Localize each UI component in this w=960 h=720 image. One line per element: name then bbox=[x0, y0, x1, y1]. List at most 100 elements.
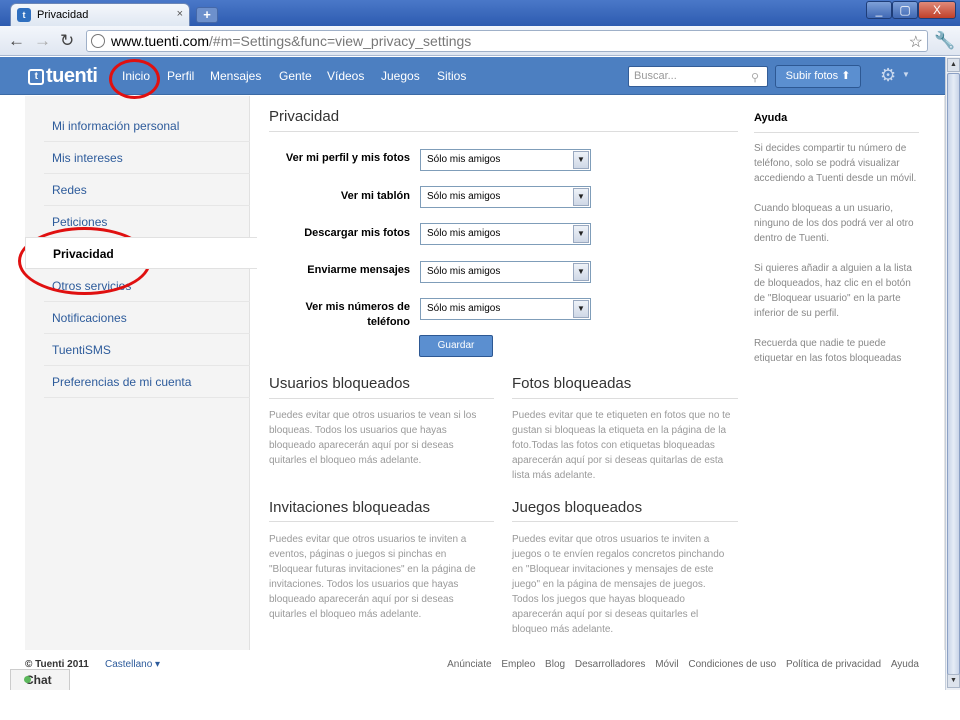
online-status-icon bbox=[24, 676, 31, 683]
dropdown-arrow-icon[interactable]: ▼ bbox=[573, 263, 589, 281]
footer-link-mobile[interactable]: Móvil bbox=[655, 659, 678, 670]
wrench-icon[interactable]: 🔧 bbox=[934, 31, 955, 51]
setting-select-phone-numbers[interactable]: Sólo mis amigos ▼ bbox=[420, 298, 591, 320]
text-line: lista más adelante. bbox=[512, 470, 596, 481]
vertical-scrollbar[interactable]: ▲ ▼ bbox=[945, 57, 960, 690]
setting-select-messages[interactable]: Sólo mis amigos ▼ bbox=[420, 261, 591, 283]
chat-button[interactable]: Chat bbox=[10, 669, 70, 690]
help-paragraph: Si decides compartir tu número de teléfo… bbox=[754, 141, 924, 186]
help-paragraph: Recuerda que nadie te puede etiquetar en… bbox=[754, 336, 924, 366]
text-line: Puedes evitar que otros usuarios te vean… bbox=[269, 410, 477, 421]
text-line: aparecerán aquí por si deseas quitarles … bbox=[512, 609, 699, 620]
address-bar[interactable]: www.tuenti.com /#m=Settings&func=view_pr… bbox=[86, 30, 928, 52]
dropdown-arrow-icon[interactable]: ▼ bbox=[573, 225, 589, 243]
close-window-button[interactable]: X bbox=[918, 1, 956, 19]
text-line: bloqueado aparecerán aquí por si deseas bbox=[269, 440, 454, 451]
footer-link-developers[interactable]: Desarrolladores bbox=[575, 659, 646, 670]
tab-close-icon[interactable]: × bbox=[177, 8, 183, 20]
upload-arrow-icon: ⬆ bbox=[841, 70, 851, 82]
section-text-blocked-photos: Puedes evitar que te etiqueten en fotos … bbox=[512, 408, 744, 483]
text-line: Todos los juegos que hayas bloqueado bbox=[512, 594, 685, 605]
url-host: www.tuenti.com bbox=[111, 33, 210, 49]
forward-arrow-icon[interactable]: → bbox=[34, 31, 51, 51]
tuenti-logo[interactable]: t tuenti bbox=[28, 65, 98, 88]
nav-videos[interactable]: Vídeos bbox=[327, 69, 364, 83]
title-divider bbox=[269, 131, 738, 132]
reload-icon[interactable]: ↻ bbox=[60, 31, 74, 51]
text-line: bloqueo más adelante. bbox=[512, 624, 614, 635]
section-title-blocked-photos: Fotos bloqueadas bbox=[512, 375, 632, 392]
sidebar-item-interests[interactable]: Mis intereses bbox=[44, 142, 250, 174]
bookmark-star-icon[interactable]: ☆ bbox=[909, 32, 923, 52]
save-button[interactable]: Guardar bbox=[419, 335, 493, 357]
annotation-circle bbox=[109, 59, 160, 99]
setting-select-download-photos[interactable]: Sólo mis amigos ▼ bbox=[420, 223, 591, 245]
sidebar-item-account-preferences[interactable]: Preferencias de mi cuenta bbox=[44, 366, 250, 398]
select-value: Sólo mis amigos bbox=[427, 228, 501, 239]
nav-mensajes[interactable]: Mensajes bbox=[210, 69, 261, 83]
tuenti-logo-icon: t bbox=[28, 68, 44, 85]
sidebar-item-personal-info[interactable]: Mi información personal bbox=[44, 110, 250, 142]
nav-gente[interactable]: Gente bbox=[279, 69, 312, 83]
section-divider bbox=[512, 521, 738, 522]
browser-toolbar: ← → ↻ www.tuenti.com /#m=Settings&func=v… bbox=[0, 26, 960, 56]
upload-label: Subir fotos bbox=[785, 70, 839, 82]
select-value: Sólo mis amigos bbox=[427, 303, 501, 314]
sidebar-item-tuentisms[interactable]: TuentiSMS bbox=[44, 334, 250, 366]
footer-link-terms[interactable]: Condiciones de uso bbox=[688, 659, 776, 670]
section-divider bbox=[269, 398, 494, 399]
text-line: gustan si bloqueas la etiqueta en la pág… bbox=[512, 425, 727, 436]
footer-link-privacy-policy[interactable]: Política de privacidad bbox=[786, 659, 881, 670]
section-text-blocked-users: Puedes evitar que otros usuarios te vean… bbox=[269, 408, 499, 468]
browser-tab[interactable]: t Privacidad × bbox=[10, 3, 190, 26]
text-line: "Bloquear futuras invitaciones" en la pá… bbox=[269, 564, 476, 575]
language-selector[interactable]: Castellano ▾ bbox=[105, 659, 160, 670]
new-tab-button[interactable]: + bbox=[196, 7, 218, 23]
minimize-button[interactable]: _ bbox=[866, 1, 892, 19]
setting-label-phone-numbers: Ver mis números de teléfono bbox=[305, 301, 410, 328]
upload-photos-button[interactable]: Subir fotos ⬆ bbox=[775, 65, 861, 88]
nav-juegos[interactable]: Juegos bbox=[381, 69, 420, 83]
text-line: quitarles el bloqueo más adelante. bbox=[269, 455, 422, 466]
bottom-area bbox=[0, 690, 960, 720]
select-value: Sólo mis amigos bbox=[427, 266, 501, 277]
select-value: Sólo mis amigos bbox=[427, 154, 501, 165]
setting-select-profile-photos[interactable]: Sólo mis amigos ▼ bbox=[420, 149, 591, 171]
dropdown-arrow-icon[interactable]: ▼ bbox=[573, 151, 589, 169]
browser-titlebar: t Privacidad × + _ ▢ X bbox=[0, 0, 960, 26]
chevron-down-icon[interactable]: ▼ bbox=[902, 70, 910, 79]
scroll-down-icon[interactable]: ▼ bbox=[947, 674, 960, 688]
dropdown-arrow-icon[interactable]: ▼ bbox=[573, 300, 589, 318]
text-line: foto.Todas las fotos con etiquetas bloqu… bbox=[512, 440, 715, 451]
back-arrow-icon[interactable]: ← bbox=[8, 31, 25, 51]
search-input[interactable]: Buscar... ⚲ bbox=[628, 66, 768, 87]
text-line: ninguno de los dos podrá ver al otro bbox=[754, 218, 914, 229]
dropdown-arrow-icon[interactable]: ▼ bbox=[573, 188, 589, 206]
section-divider bbox=[269, 521, 494, 522]
text-line: bloqueado aparecerán aquí por si deseas bbox=[269, 594, 454, 605]
section-title-blocked-users: Usuarios bloqueados bbox=[269, 375, 410, 392]
nav-perfil[interactable]: Perfil bbox=[167, 69, 194, 83]
text-line: Puedes evitar que otros usuarios te invi… bbox=[269, 534, 467, 545]
scroll-up-icon[interactable]: ▲ bbox=[947, 58, 960, 72]
footer-link-blog[interactable]: Blog bbox=[545, 659, 565, 670]
gear-icon[interactable]: ⚙ bbox=[880, 65, 896, 86]
maximize-button[interactable]: ▢ bbox=[892, 1, 918, 19]
sidebar-item-networks[interactable]: Redes bbox=[44, 174, 250, 206]
select-value: Sólo mis amigos bbox=[427, 191, 501, 202]
footer-link-help[interactable]: Ayuda bbox=[891, 659, 919, 670]
footer-link-jobs[interactable]: Empleo bbox=[501, 659, 535, 670]
text-line: accediendo a Tuenti desde un móvil. bbox=[754, 173, 917, 184]
section-title-blocked-invitations: Invitaciones bloqueadas bbox=[269, 499, 430, 516]
footer-links: Anúnciate Empleo Blog Desarrolladores Mó… bbox=[440, 659, 919, 670]
nav-sitios[interactable]: Sitios bbox=[437, 69, 466, 83]
footer-link-advertise[interactable]: Anúnciate bbox=[447, 659, 491, 670]
text-line: dentro de Tuenti. bbox=[754, 233, 830, 244]
sidebar-item-notifications[interactable]: Notificaciones bbox=[44, 302, 250, 334]
setting-label-wall: Ver mi tablón bbox=[340, 190, 410, 202]
search-icon[interactable]: ⚲ bbox=[751, 69, 759, 88]
tuenti-favicon-icon: t bbox=[17, 8, 31, 22]
scrollbar-thumb[interactable] bbox=[947, 73, 960, 675]
setting-select-wall[interactable]: Sólo mis amigos ▼ bbox=[420, 186, 591, 208]
sidebar-item-privacy[interactable]: Privacidad bbox=[25, 237, 257, 269]
